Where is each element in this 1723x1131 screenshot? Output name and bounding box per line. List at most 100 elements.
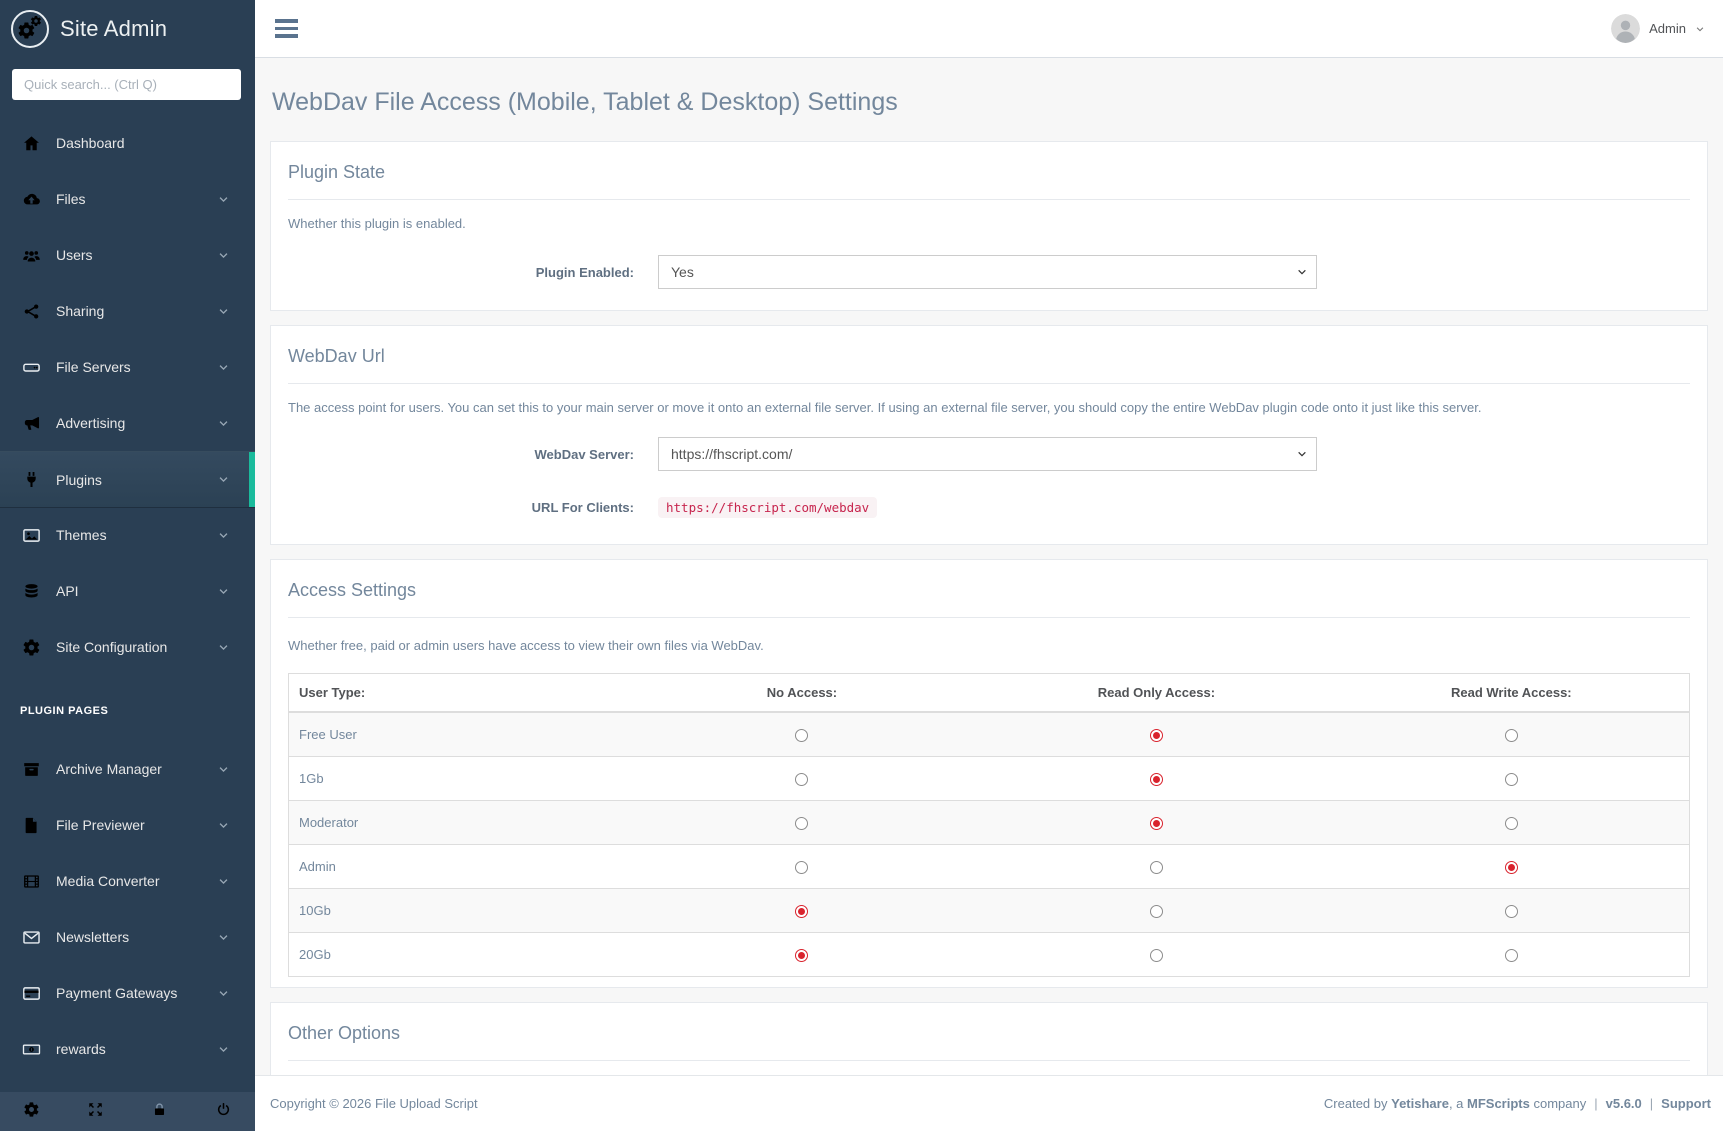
yetishare-brand: Yetishare [1391,1096,1449,1111]
webdav-url-description: The access point for users. You can set … [288,400,1690,415]
radio-read-write[interactable] [1505,861,1518,874]
user-type-cell: Free User [289,712,625,757]
sidebar-item-file-previewer[interactable]: File Previewer [0,797,255,853]
webdav-server-label: WebDav Server: [288,447,658,462]
plugin-enabled-select[interactable]: Yes [658,255,1317,289]
sidebar-item-plugins[interactable]: Plugins [0,451,255,507]
home-icon [19,134,44,153]
radio-no-access[interactable] [795,905,808,918]
brand-logo[interactable]: Site Admin [0,0,255,57]
sidebar-item-payment-gateways[interactable]: Payment Gateways [0,965,255,1021]
webdav-url-title: WebDav Url [288,346,1690,384]
plugin-state-title: Plugin State [288,162,1690,200]
sidebar-item-rewards[interactable]: rewards [0,1021,255,1077]
radio-no-access[interactable] [795,861,808,874]
brand-title: Site Admin [60,16,167,42]
sidebar-item-label: API [56,583,79,599]
chevron-down-icon [218,764,229,775]
bullhorn-icon [19,414,44,433]
sidebar-item-newsletters[interactable]: Newsletters [0,909,255,965]
top-navbar: Admin [255,0,1723,58]
chevron-down-icon [218,362,229,373]
sidebar-item-media-converter[interactable]: Media Converter [0,853,255,909]
sidebar-item-label: File Servers [56,359,131,375]
radio-no-access[interactable] [795,949,808,962]
chevron-down-icon [218,530,229,541]
sidebar-item-site-configuration[interactable]: Site Configuration [0,619,255,675]
radio-read-write[interactable] [1505,817,1518,830]
database-icon [19,582,44,601]
radio-read-only[interactable] [1150,949,1163,962]
expand-icon [87,1101,104,1123]
webdav-server-select[interactable]: https://fhscript.com/ [658,437,1317,471]
sidebar-item-label: Archive Manager [56,761,162,777]
sidebar-item-file-servers[interactable]: File Servers [0,339,255,395]
radio-no-access[interactable] [795,773,808,786]
radio-read-write[interactable] [1505,949,1518,962]
radio-read-write[interactable] [1505,773,1518,786]
main-area: Admin WebDav File Access (Mobile, Tablet… [255,0,1723,1131]
chevron-down-icon [218,988,229,999]
sidebar-search [0,57,255,115]
sidebar-item-label: Newsletters [56,929,129,945]
chevron-down-icon [218,250,229,261]
menu-toggle-button[interactable] [271,13,302,44]
page-title: WebDav File Access (Mobile, Tablet & Des… [272,87,1708,117]
sidebar-item-files[interactable]: Files [0,171,255,227]
chevron-down-icon [218,1044,229,1055]
content: WebDav File Access (Mobile, Tablet & Des… [255,58,1723,1131]
radio-no-access[interactable] [795,817,808,830]
radio-read-only[interactable] [1150,817,1163,830]
access-table: User Type:No Access:Read Only Access:Rea… [288,673,1690,977]
access-table-header: Read Write Access: [1334,674,1690,713]
radio-no-access[interactable] [795,729,808,742]
lock-button[interactable] [128,1092,192,1131]
settings-button[interactable] [0,1092,64,1131]
sidebar-item-label: Themes [56,527,107,543]
access-table-body: Free User1GbModeratorAdmin10Gb20Gb [289,712,1690,977]
plugin-state-panel: Plugin State Whether this plugin is enab… [270,141,1708,311]
radio-read-only[interactable] [1150,861,1163,874]
radio-read-only[interactable] [1150,773,1163,786]
support-link[interactable]: Support [1661,1096,1711,1111]
plugin-state-description: Whether this plugin is enabled. [288,216,1690,231]
sidebar-item-label: Advertising [56,415,125,431]
user-menu[interactable]: Admin [1611,14,1705,43]
mfscripts-brand: MFScripts [1467,1096,1530,1111]
sidebar-item-dashboard[interactable]: Dashboard [0,115,255,171]
gear-icon [19,638,44,657]
chevron-down-icon [218,820,229,831]
archive-icon [19,760,44,779]
access-settings-description: Whether free, paid or admin users have a… [288,638,1690,653]
file-icon [19,816,44,835]
plugin-enabled-label: Plugin Enabled: [288,265,658,280]
radio-read-write[interactable] [1505,729,1518,742]
sidebar-item-users[interactable]: Users [0,227,255,283]
hdd-icon [19,358,44,377]
sidebar-item-sharing[interactable]: Sharing [0,283,255,339]
sidebar-item-api[interactable]: API [0,563,255,619]
plug-icon [19,470,44,489]
sidebar-item-archive-manager[interactable]: Archive Manager [0,741,255,797]
page-footer: Copyright © 2026 File Upload Script Crea… [255,1075,1723,1131]
sidebar-item-advertising[interactable]: Advertising [0,395,255,451]
avatar [1611,14,1640,43]
credit-card-icon [19,984,44,1003]
chevron-down-icon [218,932,229,943]
webdav-client-url-code: https://fhscript.com/webdav [658,497,877,518]
sidebar-item-themes[interactable]: Themes [0,507,255,563]
power-icon [215,1101,232,1123]
envelope-icon [19,928,44,947]
radio-read-only[interactable] [1150,729,1163,742]
radio-read-write[interactable] [1505,905,1518,918]
radio-read-only[interactable] [1150,905,1163,918]
logout-button[interactable] [191,1092,255,1131]
film-icon [19,872,44,891]
sidebar-plugin-menu: Archive Manager File PreviewerMedia Conve… [0,741,255,1077]
user-type-cell: Moderator [289,801,625,845]
fullscreen-button[interactable] [64,1092,128,1131]
user-type-cell: 1Gb [289,757,625,801]
table-row: 20Gb [289,933,1690,977]
search-input[interactable] [12,69,241,100]
sidebar: Site Admin DashboardFilesUsersSharing Fil… [0,0,255,1131]
